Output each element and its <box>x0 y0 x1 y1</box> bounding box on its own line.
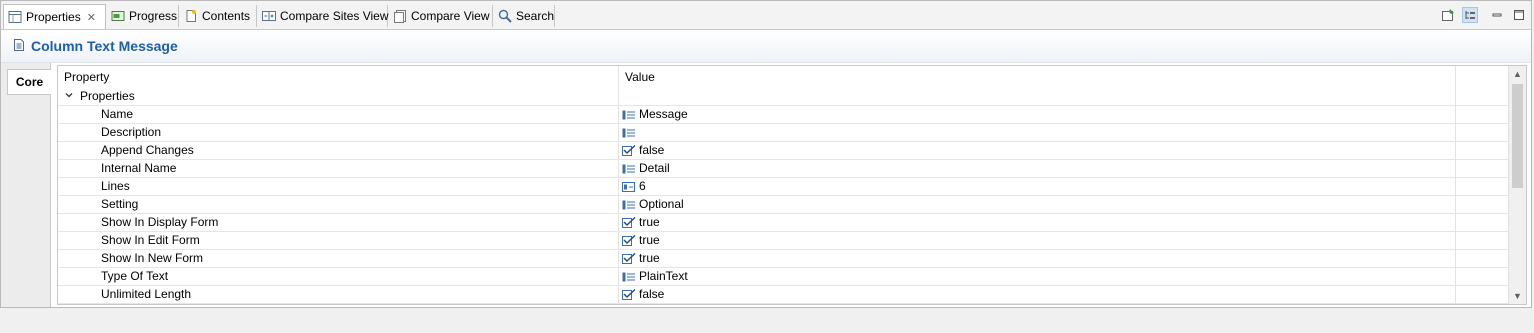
table-row[interactable]: Show In Display Form true <box>58 214 1510 232</box>
table-header: Property Value <box>58 66 1510 88</box>
property-value-cell[interactable]: Optional <box>619 196 1456 213</box>
table-row[interactable]: Name Message <box>58 106 1510 124</box>
scroll-down-icon[interactable]: ▼ <box>1509 288 1526 304</box>
table-row[interactable]: Description <box>58 124 1510 142</box>
group-row-properties[interactable]: Properties <box>58 88 1510 106</box>
properties-view: Properties ✕ Progress Contents Compare S… <box>0 0 1532 308</box>
scroll-thumb[interactable] <box>1512 84 1523 188</box>
text-icon <box>622 127 636 139</box>
tab-label: Search <box>516 9 555 23</box>
tab-label: Compare Sites View <box>280 9 389 23</box>
text-icon <box>622 271 636 283</box>
table-row[interactable]: Show In Edit Form true <box>58 232 1510 250</box>
tab-label: Contents <box>202 9 251 23</box>
tab-label: Progress <box>129 9 178 23</box>
property-value-cell[interactable]: true <box>619 250 1456 267</box>
property-value-cell[interactable]: true <box>619 214 1456 231</box>
vertical-scrollbar[interactable]: ▲ ▼ <box>1508 66 1526 304</box>
property-name: Show In New Form <box>58 250 619 267</box>
tab-compare-sites-view[interactable]: Compare Sites View <box>258 5 389 27</box>
property-name: Unlimited Length <box>58 286 619 303</box>
checkbox-icon <box>622 144 636 157</box>
tab-search[interactable]: Search <box>494 5 555 27</box>
tab-contents[interactable]: Contents <box>180 5 257 27</box>
property-name: Setting <box>58 196 619 213</box>
property-value: 6 <box>639 179 646 193</box>
number-icon <box>622 181 636 193</box>
view-tab-bar: Properties ✕ Progress Contents Compare S… <box>1 1 1531 30</box>
property-value-cell[interactable]: true <box>619 232 1456 249</box>
table-body: Properties Name Message Description Append … <box>58 88 1510 304</box>
column-header-property[interactable]: Property <box>58 66 619 88</box>
property-value-cell[interactable] <box>619 124 1456 141</box>
property-name: Lines <box>58 178 619 195</box>
property-value-cell[interactable]: Detail <box>619 160 1456 177</box>
document-icon <box>13 38 25 55</box>
maximize-icon[interactable] <box>1511 7 1527 23</box>
scroll-up-icon[interactable]: ▲ <box>1509 66 1526 82</box>
property-value-cell[interactable]: PlainText <box>619 268 1456 285</box>
property-value-cell[interactable]: 6 <box>619 178 1456 195</box>
pin-icon[interactable] <box>1440 7 1456 23</box>
table-row[interactable]: Show In New Form true <box>58 250 1510 268</box>
side-tab-strip: Core <box>1 63 51 307</box>
property-value-cell[interactable]: false <box>619 286 1456 303</box>
property-value: Optional <box>639 197 684 211</box>
categories-icon[interactable] <box>1462 7 1478 23</box>
panel-title-bar: Column Text Message <box>1 30 1531 63</box>
property-name: Name <box>58 106 619 123</box>
property-value: true <box>639 215 660 229</box>
properties-icon <box>8 10 22 24</box>
checkbox-icon <box>622 288 636 301</box>
minimize-icon[interactable] <box>1489 7 1505 23</box>
property-value-cell[interactable]: Message <box>619 106 1456 123</box>
group-label: Properties <box>80 89 135 103</box>
property-value: true <box>639 233 660 247</box>
property-value-cell[interactable]: false <box>619 142 1456 159</box>
chevron-down-icon[interactable] <box>64 89 76 106</box>
checkbox-icon <box>622 234 636 247</box>
tab-label: Properties <box>26 10 81 24</box>
column-header-value[interactable]: Value <box>619 66 1456 88</box>
property-name: Append Changes <box>58 142 619 159</box>
property-name: Show In Edit Form <box>58 232 619 249</box>
table-row[interactable]: Lines 6 <box>58 178 1510 196</box>
table-row[interactable]: Setting Optional <box>58 196 1510 214</box>
side-tab-label: Core <box>15 75 44 89</box>
tab-properties[interactable]: Properties ✕ <box>3 4 106 29</box>
progress-icon <box>111 9 125 23</box>
text-icon <box>622 199 636 211</box>
property-name: Description <box>58 124 619 141</box>
property-value: Message <box>639 107 688 121</box>
side-tab-core[interactable]: Core <box>7 69 51 95</box>
table-row[interactable]: Type Of Text PlainText <box>58 268 1510 286</box>
compare-sites-icon <box>262 9 276 23</box>
property-name: Show In Display Form <box>58 214 619 231</box>
checkbox-icon <box>622 216 636 229</box>
text-icon <box>622 163 636 175</box>
table-row[interactable]: Unlimited Length false <box>58 286 1510 304</box>
property-value: false <box>639 287 665 301</box>
tab-label: Compare View <box>411 9 490 23</box>
property-table: Property Value Properties Name Message Des… <box>57 65 1527 305</box>
property-name: Internal Name <box>58 160 619 177</box>
compare-view-icon <box>393 9 407 23</box>
close-icon[interactable]: ✕ <box>87 11 96 24</box>
text-icon <box>622 109 636 121</box>
table-row[interactable]: Internal Name Detail <box>58 160 1510 178</box>
checkbox-icon <box>622 252 636 265</box>
contents-icon <box>184 9 198 23</box>
property-value: true <box>639 251 660 265</box>
tab-compare-view[interactable]: Compare View <box>389 5 493 27</box>
property-value: PlainText <box>639 269 688 283</box>
property-value: false <box>639 143 665 157</box>
property-name: Type Of Text <box>58 268 619 285</box>
column-header-empty <box>1456 66 1510 88</box>
tab-progress[interactable]: Progress <box>107 5 179 27</box>
panel-title: Column Text Message <box>31 38 178 54</box>
property-value: Detail <box>639 161 670 175</box>
search-icon <box>498 9 512 23</box>
table-row[interactable]: Append Changes false <box>58 142 1510 160</box>
